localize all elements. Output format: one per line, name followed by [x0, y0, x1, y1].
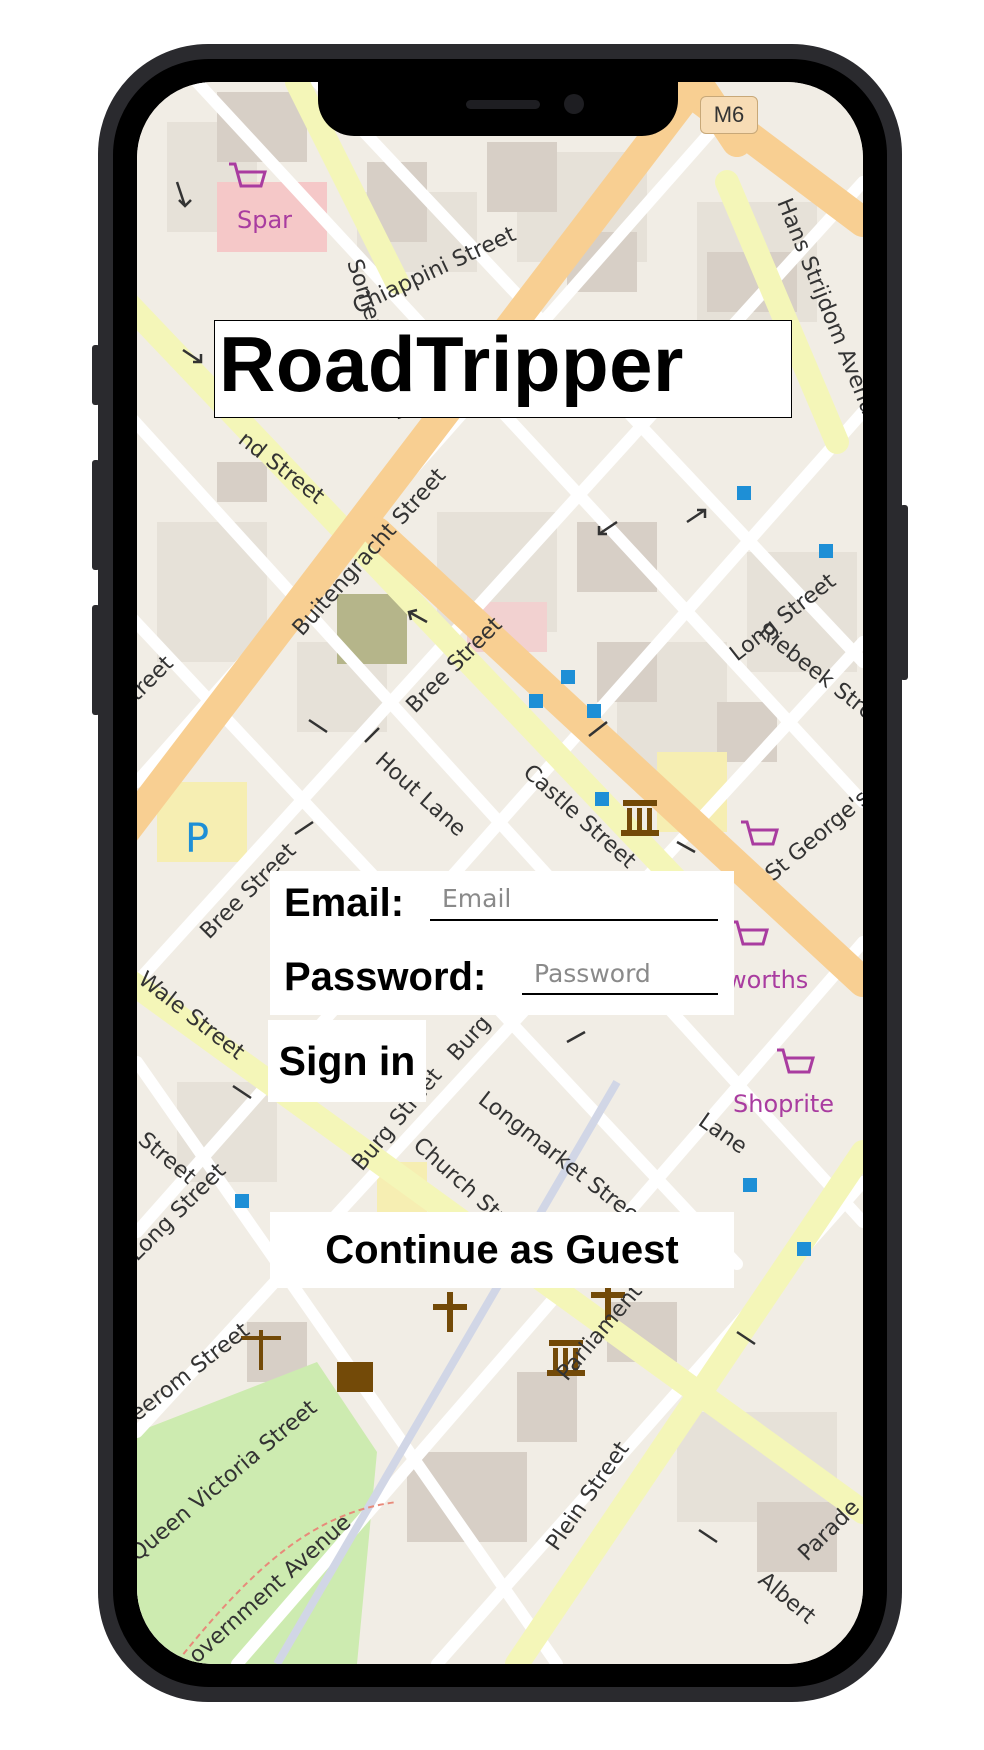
phone-camera — [564, 94, 584, 114]
svg-text:worths: worths — [727, 966, 808, 994]
road-sign-m6: M6 — [700, 96, 758, 134]
continue-as-guest-button[interactable]: Continue as Guest — [270, 1212, 734, 1288]
svg-text:Shoprite: Shoprite — [733, 1090, 834, 1118]
phone-side-button — [92, 345, 100, 405]
email-label: Email: — [284, 881, 405, 925]
sign-in-button[interactable]: Sign in — [268, 1020, 426, 1102]
email-input[interactable] — [430, 877, 718, 921]
phone-volume-down-button — [92, 605, 100, 715]
svg-text:Spar: Spar — [237, 206, 292, 234]
password-input[interactable] — [522, 953, 718, 995]
app-title: RoadTripper — [219, 320, 684, 408]
app-title-box: RoadTripper — [214, 320, 792, 418]
password-label: Password: — [284, 955, 487, 999]
phone-volume-up-button — [92, 460, 100, 570]
phone-power-button — [900, 505, 908, 680]
svg-text:P: P — [185, 816, 209, 862]
phone-notch — [318, 82, 678, 136]
phone-speaker — [466, 100, 540, 109]
login-form: Email: Password: — [270, 871, 734, 1015]
